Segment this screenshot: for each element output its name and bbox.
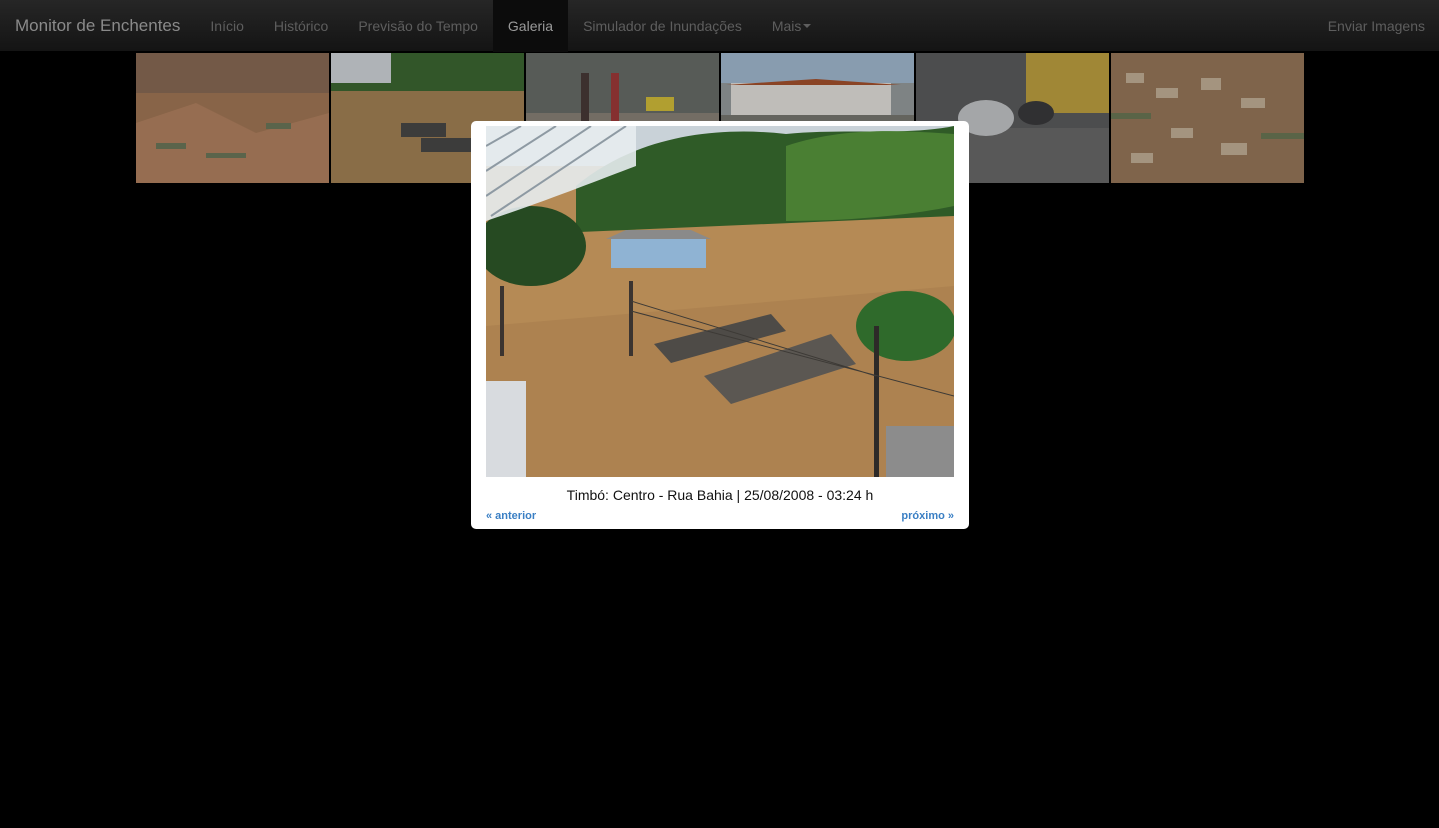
- previous-link[interactable]: « anterior: [486, 510, 536, 522]
- nav-item-mais[interactable]: Mais: [757, 0, 827, 52]
- nav-item-simulador[interactable]: Simulador de Inundações: [568, 0, 757, 52]
- nav-item-mais-label: Mais: [771, 17, 802, 34]
- nav-item-previsao[interactable]: Previsão do Tempo: [343, 0, 493, 52]
- nav-item-galeria[interactable]: Galeria: [492, 0, 569, 52]
- next-link[interactable]: próximo »: [901, 510, 954, 522]
- brand-title[interactable]: Monitor de Enchentes: [0, 16, 195, 36]
- chevron-down-icon: [803, 23, 812, 28]
- enviar-imagens-link[interactable]: Enviar Imagens: [1328, 18, 1439, 34]
- lightbox-modal: Timbó: Centro - Rua Bahia | 25/08/2008 -…: [471, 121, 969, 529]
- top-navbar: Monitor de Enchentes Início Histórico Pr…: [0, 0, 1439, 52]
- flood-photo: [486, 126, 954, 477]
- nav-item-historico[interactable]: Histórico: [259, 0, 343, 52]
- main-nav: Início Histórico Previsão do Tempo Galer…: [195, 0, 826, 52]
- nav-item-inicio[interactable]: Início: [195, 0, 258, 52]
- photo-caption: Timbó: Centro - Rua Bahia | 25/08/2008 -…: [566, 487, 874, 503]
